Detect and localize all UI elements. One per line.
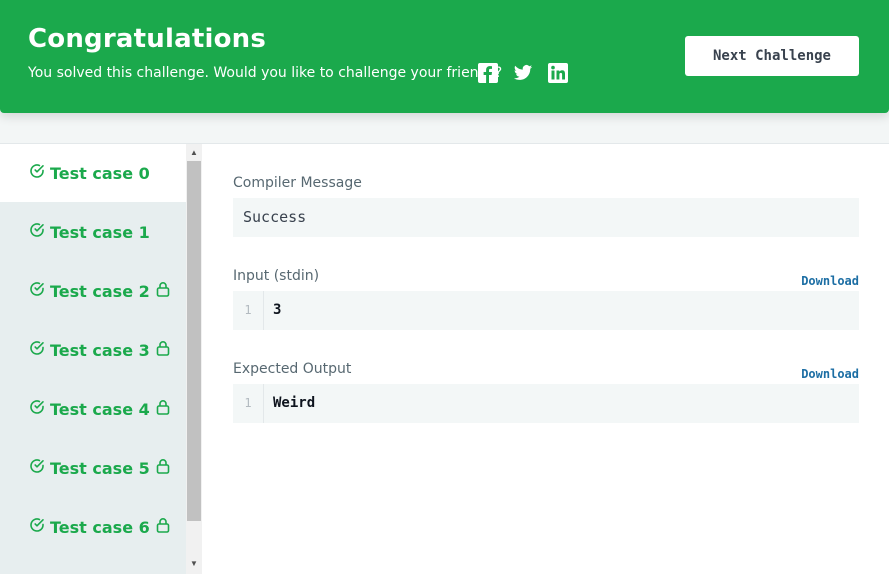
output-line-number: 1 [233, 384, 264, 423]
test-case-tabs: Test case 0 Test case 1 Test case 2 Test ca… [0, 144, 186, 574]
test-case-label: Test case 0 [50, 163, 150, 183]
scroll-down-arrow-icon[interactable]: ▼ [186, 557, 202, 571]
banner-subtitle: You solved this challenge. Would you lik… [28, 65, 503, 81]
lock-icon [156, 281, 170, 301]
next-challenge-button[interactable]: Next Challenge [685, 36, 859, 76]
tab-test-case-6[interactable]: Test case 6 [0, 498, 186, 556]
lock-icon [156, 458, 170, 478]
compiler-message-box: Success [233, 198, 859, 237]
scroll-thumb[interactable] [187, 161, 201, 521]
output-code-box: 1 Weird [233, 384, 859, 423]
test-case-label: Test case 6 [50, 517, 150, 537]
check-circle-icon [29, 517, 45, 537]
tabs-scrollbar[interactable]: ▲ ▼ [186, 144, 202, 574]
lock-icon [156, 517, 170, 537]
banner-title: Congratulations [28, 24, 267, 54]
scroll-up-arrow-icon[interactable]: ▲ [186, 146, 202, 160]
tab-test-case-3[interactable]: Test case 3 [0, 321, 186, 379]
input-label: Input (stdin) [233, 268, 320, 284]
input-download-link[interactable]: Download [801, 274, 859, 288]
input-line-number: 1 [233, 291, 264, 330]
check-circle-icon [29, 163, 45, 183]
test-results-panel: Test case 0 Test case 1 Test case 2 Test ca… [0, 143, 889, 574]
test-case-label: Test case 4 [50, 399, 150, 419]
tab-test-case-4[interactable]: Test case 4 [0, 380, 186, 438]
compiler-message-label: Compiler Message [233, 175, 362, 191]
check-circle-icon [29, 222, 45, 242]
tab-test-case-0[interactable]: Test case 0 [0, 144, 186, 202]
linkedin-icon[interactable] [548, 63, 568, 83]
tab-test-case-2[interactable]: Test case 2 [0, 262, 186, 320]
lock-icon [156, 399, 170, 419]
facebook-icon[interactable] [478, 63, 498, 83]
check-circle-icon [29, 399, 45, 419]
test-case-label: Test case 5 [50, 458, 150, 478]
lock-icon [156, 340, 170, 360]
output-value: Weird [273, 395, 316, 411]
test-case-label: Test case 3 [50, 340, 150, 360]
test-case-label: Test case 2 [50, 281, 150, 301]
check-circle-icon [29, 281, 45, 301]
tab-test-case-1[interactable]: Test case 1 [0, 203, 186, 261]
input-value: 3 [273, 302, 282, 318]
tab-test-case-5[interactable]: Test case 5 [0, 439, 186, 497]
test-case-label: Test case 1 [50, 222, 150, 242]
check-circle-icon [29, 458, 45, 478]
success-banner: Congratulations You solved this challeng… [0, 0, 889, 113]
input-code-box: 1 3 [233, 291, 859, 330]
check-circle-icon [29, 340, 45, 360]
output-download-link[interactable]: Download [801, 367, 859, 381]
twitter-icon[interactable] [513, 63, 533, 83]
expected-output-label: Expected Output [233, 361, 352, 377]
